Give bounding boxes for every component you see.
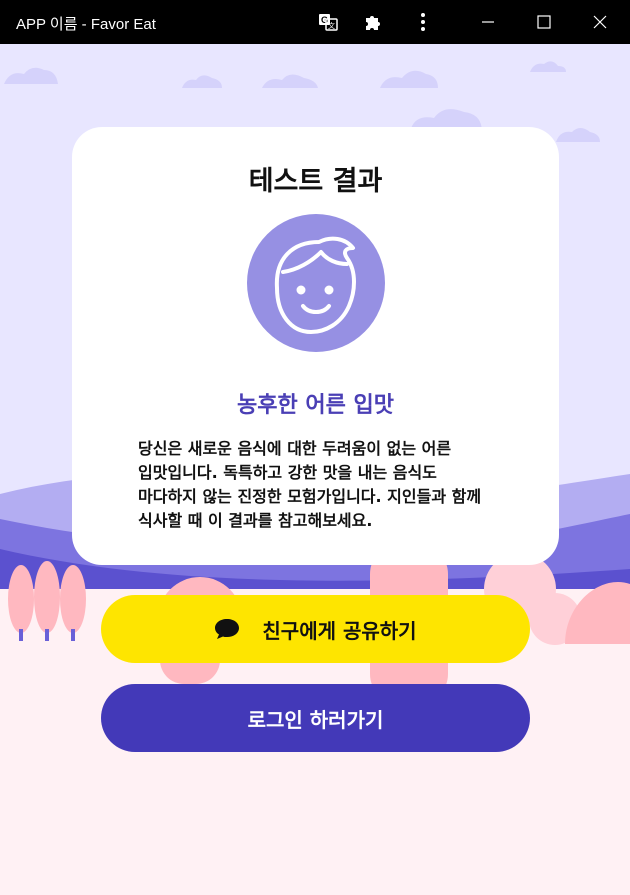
close-icon[interactable]	[586, 8, 614, 36]
smiling-face-icon	[247, 214, 385, 352]
app-content: 테스트 결과 농후한 어른 입맛 당신은 새로운 음식에 대한 두려움이 없는 …	[0, 44, 630, 895]
maximize-icon[interactable]	[530, 8, 558, 36]
window-titlebar: APP 이름 - Favor Eat G 文	[0, 0, 630, 44]
login-button[interactable]: 로그인 하러가기	[101, 684, 530, 752]
result-card: 테스트 결과 농후한 어른 입맛 당신은 새로운 음식에 대한 두려움이 없는 …	[72, 127, 559, 565]
svg-text:文: 文	[328, 21, 335, 30]
svg-text:G: G	[321, 15, 328, 25]
window-title: APP 이름 - Favor Eat	[16, 16, 156, 33]
more-vert-icon[interactable]	[409, 8, 437, 36]
card-title: 테스트 결과	[248, 166, 383, 197]
share-friend-button[interactable]: 친구에게 공유하기	[101, 595, 530, 663]
login-button-label: 로그인 하러가기	[247, 707, 384, 732]
chat-bubble-icon	[215, 619, 240, 639]
minimize-icon[interactable]	[474, 8, 502, 36]
result-type-name: 농후한 어른 입맛	[237, 393, 394, 418]
result-description: 당신은 새로운 음식에 대한 두려움이 없는 어른 입맛입니다. 독특하고 강한…	[138, 439, 482, 530]
share-button-label: 친구에게 공유하기	[262, 618, 417, 643]
translate-icon[interactable]: G 文	[314, 8, 342, 36]
extension-puzzle-icon[interactable]	[359, 8, 387, 36]
